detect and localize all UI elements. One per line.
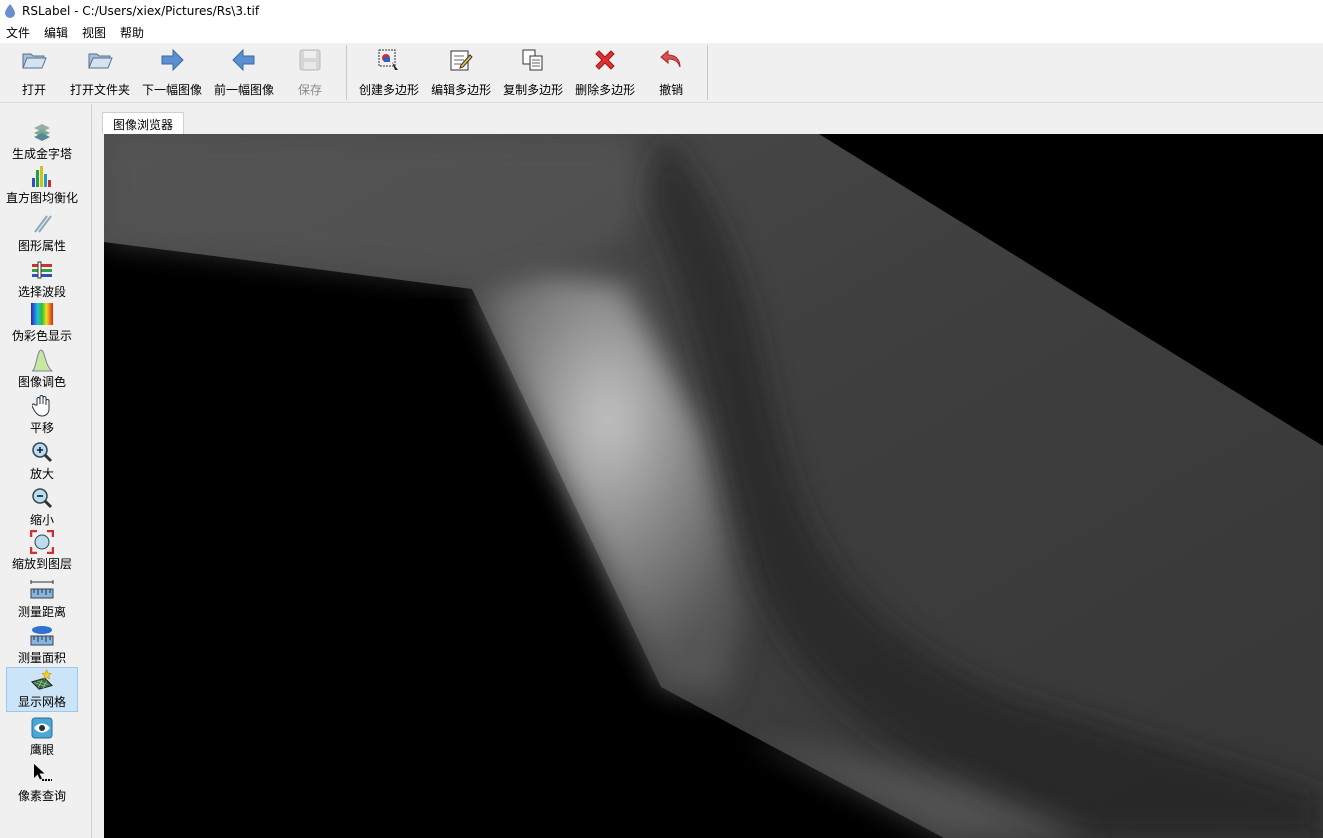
menu-bar: 文件 编辑 视图 帮助: [0, 22, 1323, 43]
main-toolbar: 打开 打开文件夹 下一幅图像 前一幅图像 保存 创建多边形 编辑多边形 复制多边…: [0, 43, 1323, 103]
zoom-out-label: 缩小: [29, 513, 54, 527]
menu-edit[interactable]: 编辑: [44, 24, 68, 41]
create-polygon-button[interactable]: 创建多边形: [353, 43, 425, 102]
folder-open-icon: [21, 47, 47, 73]
show-grid-button[interactable]: 显示网格: [6, 667, 78, 712]
shape-properties-label: 图形属性: [17, 239, 66, 253]
ruler-icon: [30, 578, 54, 602]
prev-image-button[interactable]: 前一幅图像: [208, 43, 280, 102]
copy-polygon-button[interactable]: 复制多边形: [497, 43, 569, 102]
image-tone-label: 图像调色: [17, 375, 66, 389]
copy-polygon-label: 复制多边形: [503, 83, 564, 97]
create-polygon-label: 创建多边形: [359, 83, 420, 97]
tool-sidebar: 生成金字塔 直方图均衡化 图形属性 选择波段 伪彩色显示 图像调色 平移 放大 …: [0, 104, 92, 838]
shape-properties-button[interactable]: 图形属性: [6, 212, 78, 254]
save-label: 保存: [298, 83, 323, 97]
diagonal-lines-icon: [30, 212, 54, 236]
zoom-in-icon: [30, 440, 54, 464]
copy-icon: [520, 47, 546, 73]
edit-polygon-button[interactable]: 编辑多边形: [425, 43, 497, 102]
zoom-extent-icon: [30, 530, 54, 554]
save-button[interactable]: 保存: [280, 43, 340, 102]
undo-arrow-icon: [658, 47, 684, 73]
arrow-left-icon: [231, 47, 257, 73]
bands-icon: [30, 258, 54, 282]
measure-area-button[interactable]: 测量面积: [6, 624, 78, 666]
delete-polygon-label: 删除多边形: [575, 83, 636, 97]
zoom-out-icon: [30, 486, 54, 510]
tab-image-browser[interactable]: 图像浏览器: [102, 112, 185, 134]
toolbar-separator: [346, 45, 348, 100]
open-button[interactable]: 打开: [4, 43, 64, 102]
zoom-in-label: 放大: [29, 467, 54, 481]
title-bar: RSLabel - C:/Users/xiex/Pictures/Rs\3.ti…: [0, 0, 1323, 22]
zoom-in-button[interactable]: 放大: [6, 440, 78, 482]
pixel-query-label: 像素查询: [17, 789, 66, 803]
select-band-label: 选择波段: [17, 285, 66, 299]
histogram-label: 直方图均衡化: [6, 191, 79, 205]
pseudo-color-button[interactable]: 伪彩色显示: [6, 302, 78, 344]
hand-icon: [30, 394, 54, 418]
measure-distance-label: 测量距离: [17, 605, 66, 619]
toolbar-separator: [707, 45, 709, 100]
pixel-query-button[interactable]: 像素查询: [6, 762, 78, 804]
pan-button[interactable]: 平移: [6, 394, 78, 436]
open-label: 打开: [21, 83, 46, 97]
delete-polygon-button[interactable]: 删除多边形: [569, 43, 641, 102]
arrow-right-icon: [159, 47, 185, 73]
histogram-icon: [30, 164, 54, 188]
pyramid-button[interactable]: 生成金字塔: [6, 120, 78, 162]
image-tone-button[interactable]: 图像调色: [6, 348, 78, 390]
create-polygon-icon: [376, 47, 402, 73]
zoom-out-button[interactable]: 缩小: [6, 486, 78, 528]
open-folder-label: 打开文件夹: [70, 83, 131, 97]
show-grid-label: 显示网格: [17, 695, 66, 709]
pseudo-color-label: 伪彩色显示: [11, 329, 72, 343]
next-image-label: 下一幅图像: [142, 83, 203, 97]
cursor-pick-icon: [30, 762, 54, 786]
floppy-disk-icon: [297, 47, 323, 73]
histogram-equalize-button[interactable]: 直方图均衡化: [6, 164, 78, 206]
undo-label: 撤销: [659, 83, 684, 97]
pyramid-label: 生成金字塔: [11, 147, 72, 161]
red-x-icon: [592, 47, 618, 73]
grid-star-icon: [30, 668, 54, 692]
prev-image-label: 前一幅图像: [214, 83, 275, 97]
eagle-eye-button[interactable]: 鹰眼: [6, 716, 78, 758]
folder-open-icon: [87, 47, 113, 73]
edit-polygon-label: 编辑多边形: [431, 83, 492, 97]
raster-image[interactable]: [104, 134, 1323, 838]
menu-view[interactable]: 视图: [82, 24, 106, 41]
edit-note-icon: [448, 47, 474, 73]
window-title: RSLabel - C:/Users/xiex/Pictures/Rs\3.ti…: [22, 4, 260, 18]
area-ruler-icon: [30, 624, 54, 648]
menu-file[interactable]: 文件: [6, 24, 30, 41]
menu-help[interactable]: 帮助: [120, 24, 144, 41]
zoom-to-layer-label: 缩放到图层: [11, 557, 72, 571]
rainbow-icon: [30, 302, 54, 326]
tab-bar: 图像浏览器: [93, 104, 1323, 134]
next-image-button[interactable]: 下一幅图像: [136, 43, 208, 102]
eagle-eye-label: 鹰眼: [29, 743, 54, 757]
select-band-button[interactable]: 选择波段: [6, 258, 78, 300]
pyramid-icon: [30, 120, 54, 144]
eye-icon: [30, 716, 54, 740]
undo-button[interactable]: 撤销: [641, 43, 701, 102]
open-folder-button[interactable]: 打开文件夹: [64, 43, 136, 102]
measure-area-label: 测量面积: [17, 651, 66, 665]
pan-label: 平移: [29, 421, 54, 435]
zoom-to-layer-button[interactable]: 缩放到图层: [6, 530, 78, 572]
image-canvas[interactable]: [104, 134, 1323, 838]
measure-distance-button[interactable]: 测量距离: [6, 578, 78, 620]
droplet-icon: [5, 4, 15, 18]
curve-icon: [30, 348, 54, 372]
